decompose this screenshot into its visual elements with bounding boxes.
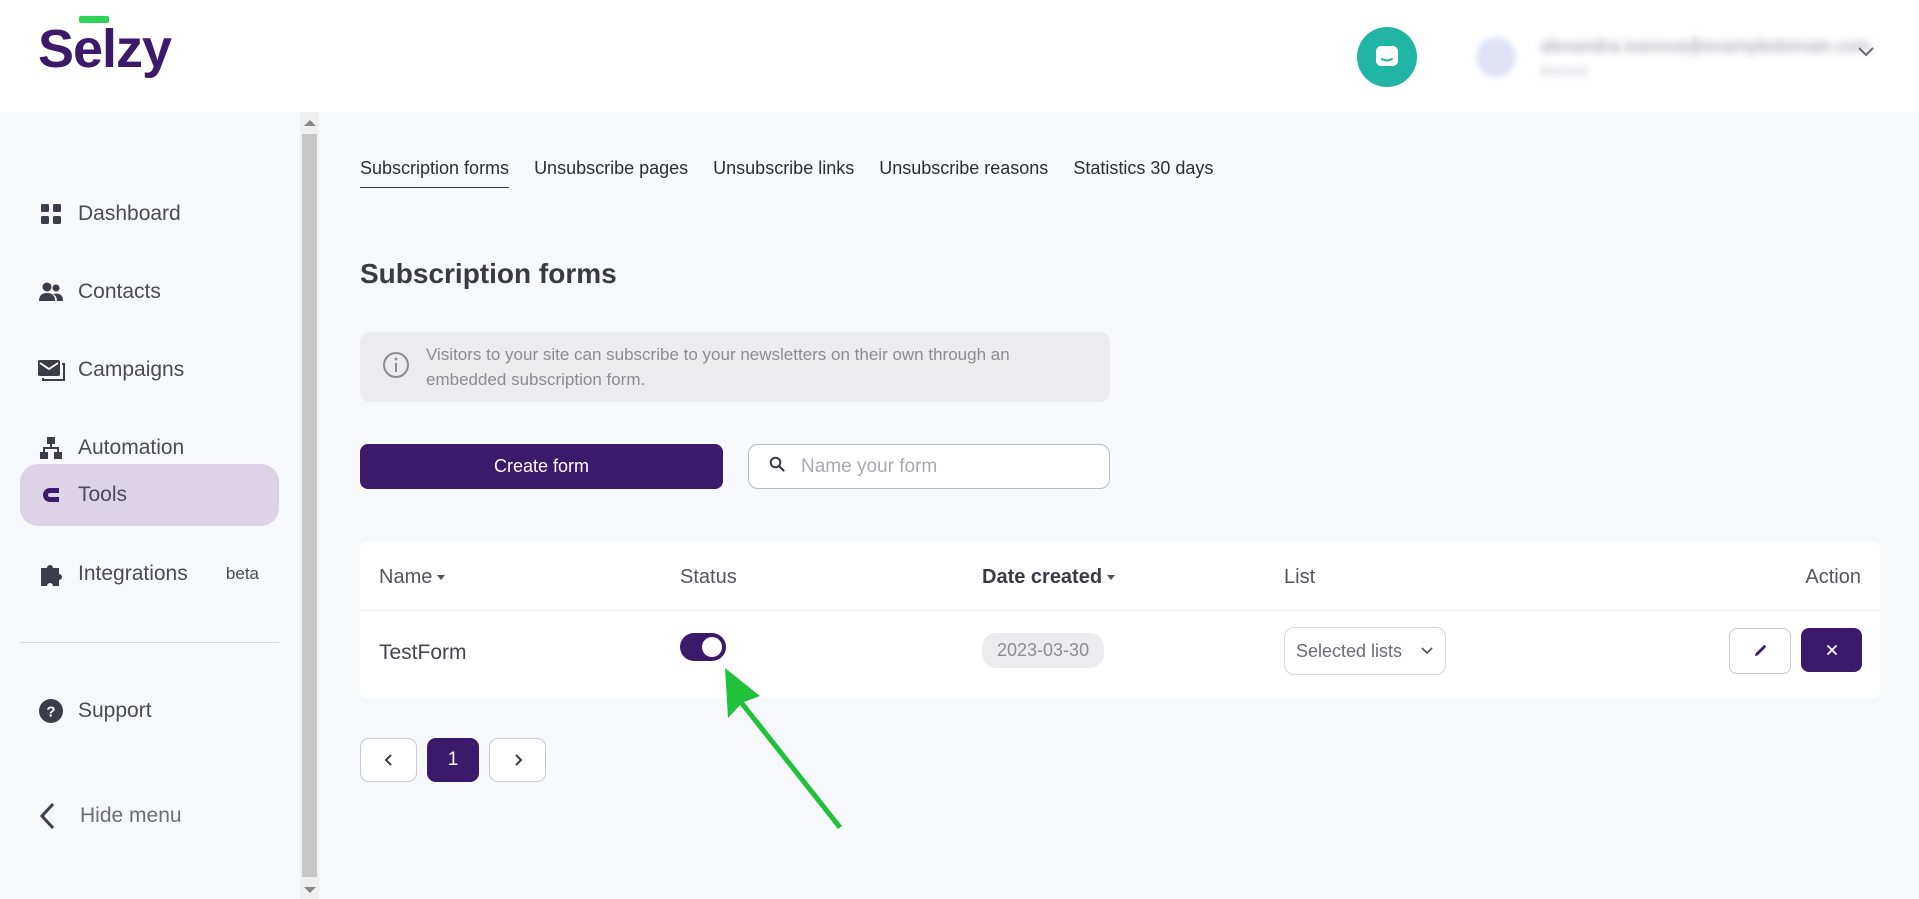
- top-header: Selzy alexandra.ivanova@exampledomain.co…: [0, 0, 1919, 112]
- chevron-left-icon: [384, 754, 392, 766]
- search-icon: [769, 456, 785, 477]
- info-text: Visitors to your site can subscribe to y…: [426, 345, 1010, 389]
- page-button-current[interactable]: 1: [427, 738, 479, 782]
- sidebar-item-label: Contacts: [78, 280, 161, 303]
- column-header-action: Action: [1805, 566, 1861, 588]
- tab-statistics[interactable]: Statistics 30 days: [1073, 158, 1213, 188]
- help-icon: ?: [36, 696, 66, 726]
- chat-bubble-icon: [1376, 46, 1398, 66]
- form-name[interactable]: TestForm: [379, 641, 467, 665]
- search-box[interactable]: [748, 444, 1110, 489]
- account-menu[interactable]: alexandra.ivanova@exampledomain.com Acco…: [1466, 20, 1886, 94]
- column-header-date[interactable]: Date created: [982, 566, 1116, 589]
- sidebar-item-label: Dashboard: [78, 202, 181, 225]
- sidebar-item-integrations[interactable]: Integrations beta: [20, 543, 279, 605]
- grid-icon: [36, 199, 66, 229]
- svg-text:?: ?: [46, 704, 55, 721]
- account-email: alexandra.ivanova@exampledomain.com: [1540, 36, 1871, 56]
- hide-menu-button[interactable]: Hide menu: [38, 802, 182, 830]
- column-header-name[interactable]: Name: [379, 566, 446, 589]
- sidebar-item-label: Support: [78, 699, 152, 722]
- sidebar-item-support[interactable]: ? Support: [20, 680, 279, 742]
- list-select-value: Selected lists: [1296, 640, 1403, 661]
- create-form-button[interactable]: Create form: [360, 444, 723, 489]
- tab-unsubscribe-links[interactable]: Unsubscribe links: [713, 158, 854, 188]
- people-icon: [36, 277, 66, 307]
- pencil-icon: [1755, 644, 1767, 656]
- forms-table: Name Status Date created List Action Tes…: [360, 542, 1880, 698]
- account-avatar: [1476, 37, 1516, 77]
- sort-caret-icon: [437, 575, 446, 581]
- magnet-icon: [36, 480, 66, 510]
- chevron-down-icon[interactable]: [1856, 44, 1876, 58]
- page-title: Subscription forms: [360, 258, 617, 289]
- hide-menu-label: Hide menu: [80, 804, 182, 827]
- sidebar-divider: [20, 642, 279, 643]
- selzy-logo[interactable]: Selzy: [38, 16, 172, 80]
- status-toggle[interactable]: [680, 633, 726, 661]
- edit-button[interactable]: [1729, 628, 1791, 674]
- scroll-up-arrow[interactable]: [304, 120, 316, 126]
- logo-accent-bar: [79, 16, 109, 23]
- toggle-knob: [702, 637, 722, 657]
- mail-icon: [36, 355, 66, 385]
- beta-badge: beta: [225, 564, 259, 583]
- search-input[interactable]: [799, 454, 1093, 479]
- close-icon: [1826, 645, 1837, 655]
- sidebar-item-label: Campaigns: [78, 358, 185, 381]
- chevron-down-icon: [1421, 647, 1433, 655]
- puzzle-icon: [36, 559, 66, 589]
- sidebar-item-dashboard[interactable]: Dashboard: [20, 183, 279, 245]
- chevron-right-icon: [514, 754, 522, 766]
- column-name-label: Name: [379, 566, 433, 588]
- info-banner: Visitors to your site can subscribe to y…: [360, 332, 1110, 402]
- tab-unsubscribe-reasons[interactable]: Unsubscribe reasons: [879, 158, 1048, 188]
- scroll-thumb[interactable]: [302, 134, 317, 877]
- column-header-list: List: [1284, 566, 1316, 588]
- date-created-badge: 2023-03-30: [982, 633, 1105, 668]
- account-subtitle: Account: [1540, 63, 1587, 78]
- scroll-down-arrow[interactable]: [304, 887, 316, 893]
- hierarchy-icon: [36, 433, 66, 463]
- sidebar-item-campaigns[interactable]: Campaigns: [20, 339, 279, 401]
- main-content: Subscription forms Unsubscribe pages Uns…: [319, 112, 1919, 899]
- column-header-status: Status: [680, 566, 737, 588]
- sort-caret-icon: [1107, 575, 1116, 581]
- sidebar-item-tools[interactable]: Tools: [20, 464, 279, 526]
- delete-button[interactable]: [1801, 628, 1862, 672]
- sidebar-item-label: Automation: [78, 436, 185, 459]
- tab-unsubscribe-pages[interactable]: Unsubscribe pages: [534, 158, 688, 188]
- list-select[interactable]: Selected lists: [1284, 627, 1446, 675]
- table-row: TestForm 2023-03-30 Selected lists: [360, 610, 1880, 699]
- info-icon: [382, 351, 410, 384]
- column-date-label: Date created: [982, 566, 1103, 588]
- next-page-button[interactable]: [489, 738, 546, 782]
- tab-subscription-forms[interactable]: Subscription forms: [360, 158, 510, 188]
- sidebar-item-contacts[interactable]: Contacts: [20, 261, 279, 323]
- chevron-left-icon: [39, 802, 55, 830]
- sidebar-scrollbar[interactable]: [300, 112, 319, 899]
- prev-page-button[interactable]: [360, 738, 417, 782]
- sidebar-item-label: Integrations: [78, 562, 188, 585]
- tab-bar: Subscription forms Unsubscribe pages Uns…: [360, 158, 1238, 188]
- chat-button[interactable]: [1357, 27, 1417, 87]
- sidebar-item-label: Tools: [78, 483, 128, 506]
- logo-text: Selzy: [38, 19, 172, 79]
- sidebar: Dashboard Contacts Campaigns Automation …: [0, 112, 300, 899]
